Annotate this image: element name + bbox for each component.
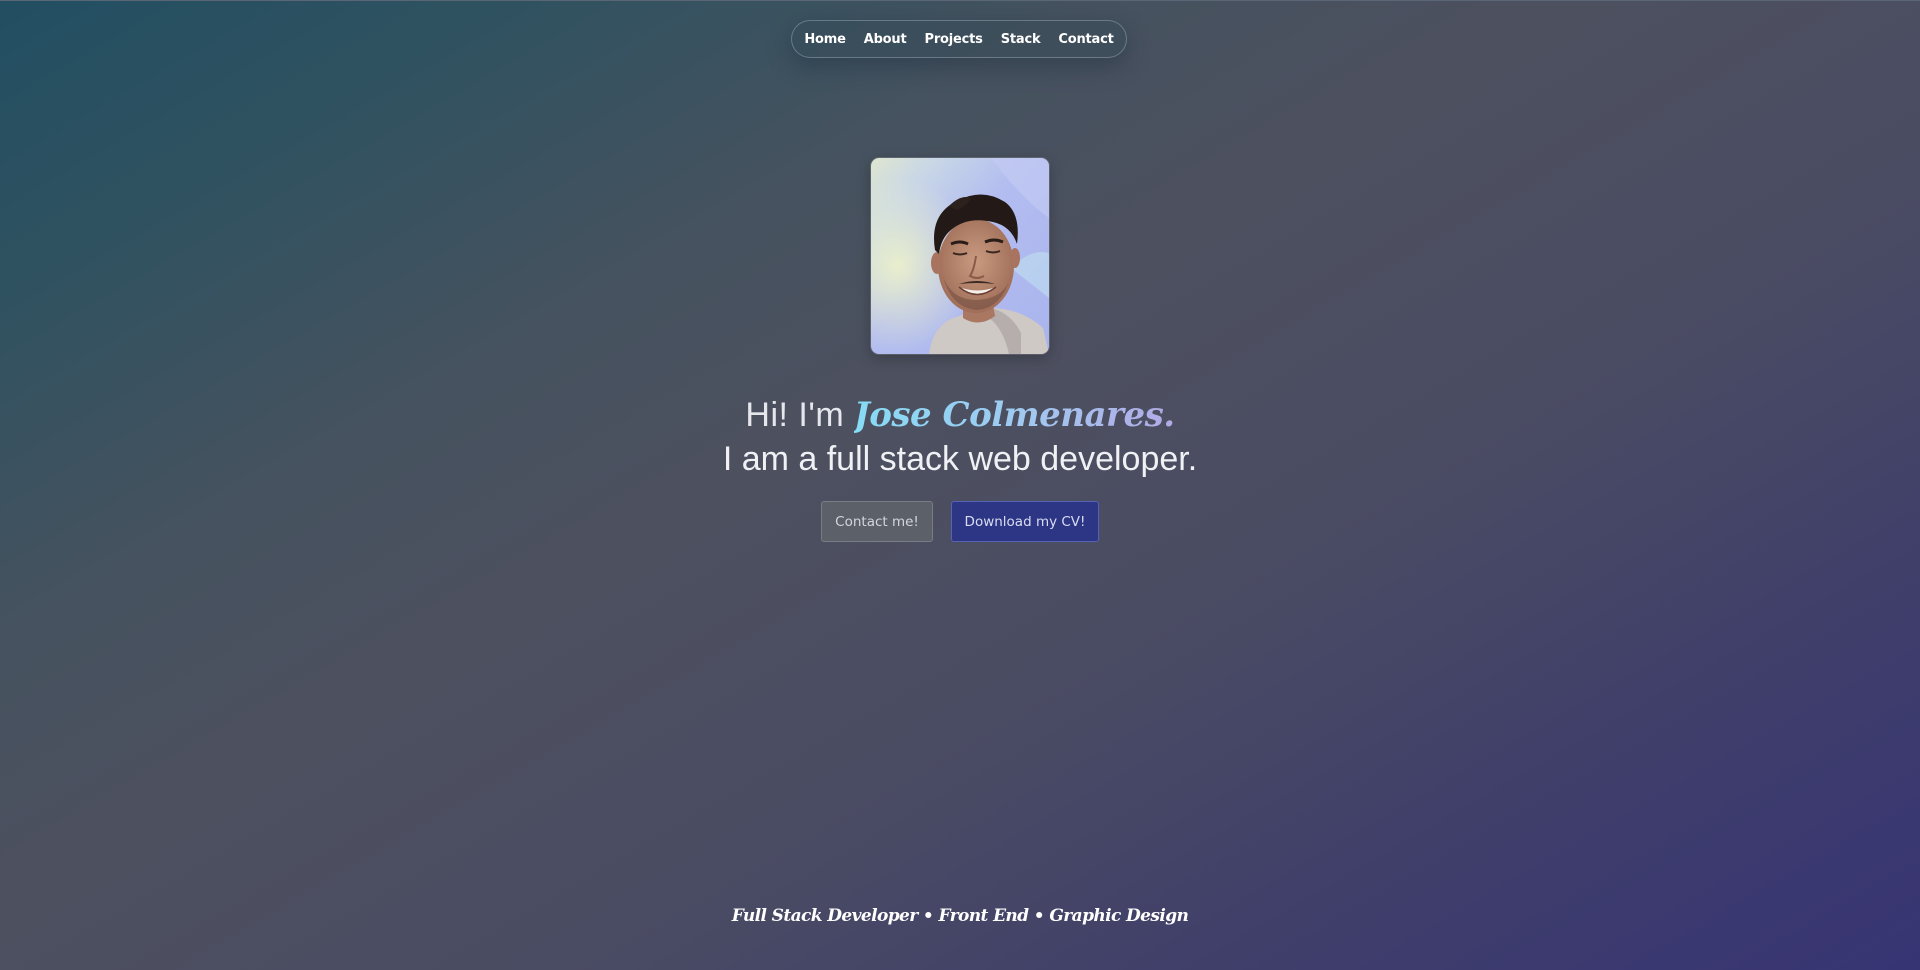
contact-button[interactable]: Contact me! [821,501,933,542]
nav-link-contact[interactable]: Contact [1049,32,1122,47]
download-cv-button[interactable]: Download my CV! [951,501,1099,542]
nav-link-projects[interactable]: Projects [916,32,992,47]
top-border [0,0,1920,1]
profile-photo-illustration [871,158,1049,354]
profile-photo [871,158,1049,354]
roles-footer: Full Stack Developer • Front End • Graph… [731,906,1189,926]
hero-greeting: Hi! I'm Jose Colmenares. [0,393,1920,437]
hero-tagline: I am a full stack web developer. [722,440,1198,478]
nav-link-stack[interactable]: Stack [992,32,1050,47]
greeting-prefix: Hi! I'm [745,396,845,434]
developer-name: Jose Colmenares. [853,395,1175,435]
nav-link-about[interactable]: About [855,32,916,47]
main-navigation: Home About Projects Stack Contact [791,20,1127,58]
nav-link-home[interactable]: Home [795,32,854,47]
